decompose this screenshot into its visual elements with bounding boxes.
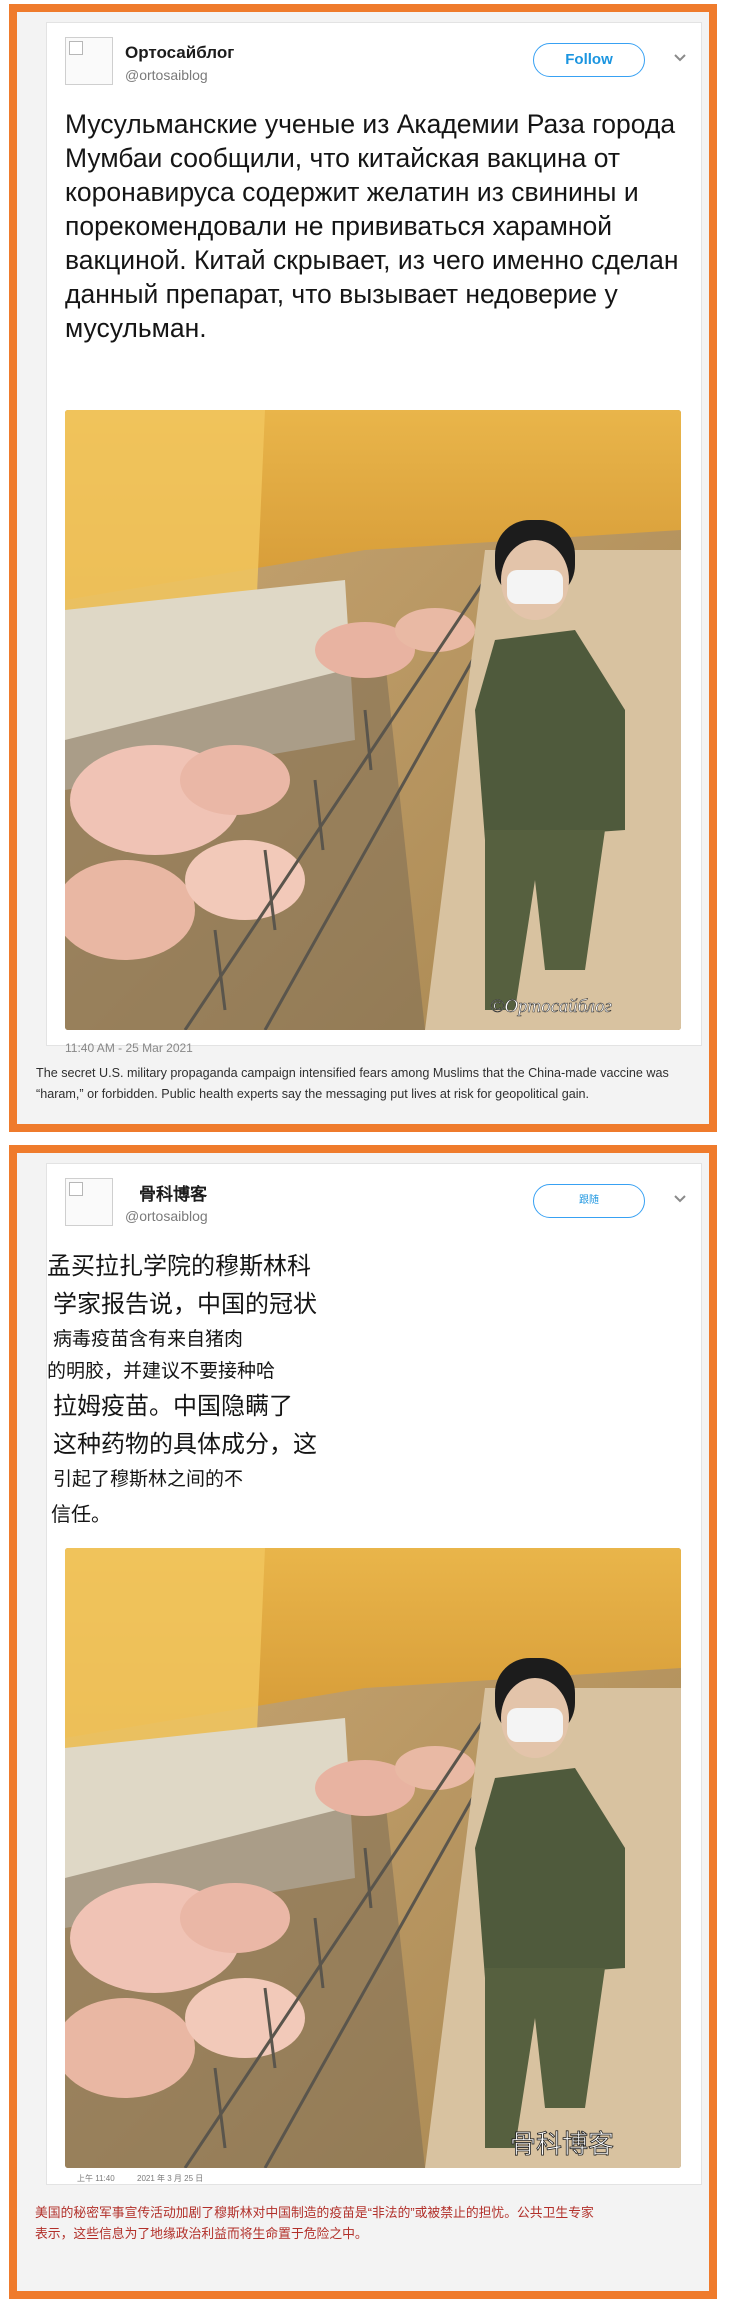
display-name[interactable]: Ортосайблог (125, 43, 234, 63)
tweet-timestamp[interactable]: 11:40 AM - 25 Mar 2021 (65, 1041, 193, 1055)
avatar-placeholder-icon (69, 41, 83, 55)
caption-english: The secret U.S. military propaganda camp… (36, 1066, 669, 1101)
tweet-text-line: 这种药物的具体成分，这 (53, 1431, 317, 1458)
tweet-text-line: 拉姆疫苗。中国隐瞒了 (53, 1393, 293, 1420)
tweet-photo[interactable]: ©Ортосайблог (65, 410, 681, 1030)
photo-watermark: ©Ортосайблог (490, 996, 612, 1017)
tweet-text-line: 学家报告说，中国的冠状 (53, 1291, 317, 1318)
caption-chinese: 美国的秘密军事宣传活动加剧了穆斯林对中国制造的疫苗是“非法的”或被禁止的担忧。公… (35, 2205, 594, 2241)
tweet-text-line: 孟买拉扎学院的穆斯林科 (47, 1253, 311, 1280)
photo-watermark: 骨科博客 (510, 2130, 614, 2160)
tweet-date[interactable]: 2021 年 3 月 25 日 (137, 2173, 203, 2184)
chinese-tweet-panel: 骨科博客 @ortosaiblog 跟随 孟买拉扎学院的穆斯林科 学家报告说，中… (9, 1145, 717, 2299)
pig-farm-image: ©Ортосайблог (65, 410, 681, 1030)
tweet-photo[interactable]: 骨科博客 (65, 1548, 681, 2168)
tweet-card: 骨科博客 @ortosaiblog 跟随 孟买拉扎学院的穆斯林科 学家报告说，中… (46, 1163, 702, 2185)
pig-farm-image: 骨科博客 (65, 1548, 681, 2168)
tweet-text: Мусульманские ученые из Академии Раза го… (65, 109, 679, 343)
tweet-text-line: 信任。 (51, 1504, 111, 1526)
tweet-text: 孟买拉扎学院的穆斯林科 学家报告说，中国的冠状 病毒疫苗含有来自猪肉 的明胶，并… (47, 1164, 703, 1564)
russian-tweet-panel: Ортосайблог @ortosaiblog Follow Мусульма… (9, 4, 717, 1132)
chevron-down-icon[interactable] (673, 53, 687, 63)
tweet-text-line: 病毒疫苗含有来自猪肉 (53, 1329, 244, 1350)
avatar[interactable] (65, 37, 113, 85)
user-handle[interactable]: @ortosaiblog (125, 67, 208, 83)
tweet-time[interactable]: 上午 11:40 (77, 2173, 115, 2184)
tweet-text-line: 的明胶，并建议不要接种哈 (47, 1361, 276, 1382)
tweet-text-line: 引起了穆斯林之间的不 (53, 1469, 244, 1490)
follow-button[interactable]: Follow (533, 43, 645, 77)
tweet-card: Ортосайблог @ortosaiblog Follow Мусульма… (46, 22, 702, 1055)
